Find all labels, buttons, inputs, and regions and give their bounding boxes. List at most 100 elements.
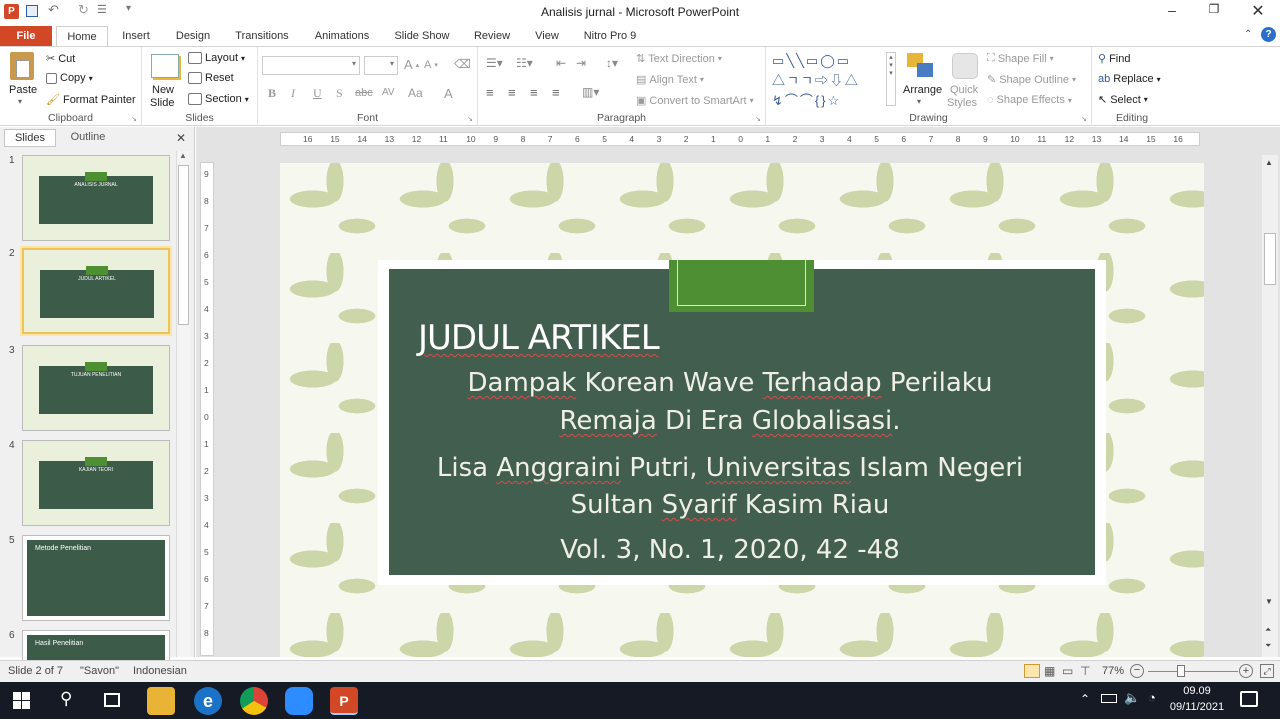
slide-title[interactable]: JUDUL ARTIKEL xyxy=(418,318,660,358)
shadow-button[interactable]: S xyxy=(336,86,343,101)
numbering-icon[interactable]: ☷▾ xyxy=(516,56,533,70)
shapes-more-icon[interactable]: ▴ ▾ ▾ xyxy=(886,52,896,106)
windows-start-icon[interactable] xyxy=(13,692,30,709)
tab-slide-show[interactable]: Slide Show xyxy=(390,26,454,46)
italic-button[interactable]: I xyxy=(291,86,295,101)
slide-thumbnail[interactable]: TUJUAN PENELITIAN xyxy=(22,345,170,431)
normal-view-icon[interactable] xyxy=(1024,664,1040,678)
clipboard-launcher-icon[interactable]: ↘ xyxy=(131,115,137,123)
slide-line-5[interactable]: Vol. 3, No. 1, 2020, 42 -48 xyxy=(380,535,1080,565)
powerpoint-taskbar-icon[interactable]: P xyxy=(330,687,358,715)
zoom-app-icon[interactable] xyxy=(285,687,313,715)
clock-date[interactable]: 09/11/2021 xyxy=(1165,701,1229,713)
tab-animations[interactable]: Animations xyxy=(308,26,376,46)
align-center-icon[interactable]: ≡ xyxy=(508,85,516,100)
tab-transitions[interactable]: Transitions xyxy=(230,26,294,46)
increase-indent-icon[interactable]: ⇥ xyxy=(576,56,586,70)
slide-thumbnail[interactable]: JUDUL ARTIKEL xyxy=(22,248,170,334)
slide-canvas[interactable]: JUDUL ARTIKEL Dampak Korean Wave Terhada… xyxy=(280,163,1204,657)
collapse-ribbon-icon[interactable]: ⌃ xyxy=(1244,29,1252,40)
reading-view-icon[interactable]: ▭ xyxy=(1062,664,1073,678)
chrome-icon[interactable] xyxy=(240,687,268,715)
tray-chevron-icon[interactable]: ⌃ xyxy=(1080,692,1090,706)
zoom-slider-thumb[interactable] xyxy=(1177,665,1185,677)
quick-styles-button[interactable]: Quick xyxy=(950,84,978,96)
file-explorer-icon[interactable] xyxy=(147,687,175,715)
close-button[interactable]: ✕ xyxy=(1246,1,1270,21)
tab-file[interactable]: File xyxy=(0,26,52,46)
new-slide-button-line2[interactable]: Slide xyxy=(150,97,174,109)
zoom-in-button[interactable]: + xyxy=(1239,664,1253,678)
strikethrough-button[interactable]: abc xyxy=(355,87,373,99)
tab-design[interactable]: Design xyxy=(170,26,216,46)
editor-scrollbar[interactable]: ▲ ▼ ⏶ ⏷ xyxy=(1262,155,1278,657)
layout-button[interactable]: Layout ▾ xyxy=(188,52,245,64)
slide-sorter-icon[interactable]: ▦ xyxy=(1044,664,1055,678)
drawing-launcher-icon[interactable]: ↘ xyxy=(1081,115,1087,123)
justify-icon[interactable]: ≡ xyxy=(552,85,560,100)
next-slide-icon[interactable]: ⏷ xyxy=(1265,641,1271,651)
prev-slide-icon[interactable]: ⏶ xyxy=(1265,625,1271,635)
grow-font-button[interactable]: A ▴ xyxy=(404,57,419,72)
scroll-up-icon[interactable]: ▲ xyxy=(179,151,187,160)
font-name-select[interactable]: ▾ xyxy=(262,56,360,75)
change-case-button[interactable]: Aa xyxy=(408,86,423,100)
paragraph-launcher-icon[interactable]: ↘ xyxy=(755,115,761,123)
format-painter-button[interactable]: 🖌 Format Painter xyxy=(46,93,136,107)
line-spacing-icon[interactable]: ↕▾ xyxy=(606,56,618,70)
editor-scroll-down-icon[interactable]: ▼ xyxy=(1265,597,1273,606)
align-right-icon[interactable]: ≡ xyxy=(530,85,538,100)
search-icon[interactable]: ⚲ xyxy=(60,689,72,709)
columns-icon[interactable]: ▥▾ xyxy=(582,85,599,99)
copy-button[interactable]: Copy ▾ xyxy=(46,72,93,84)
tab-review[interactable]: Review xyxy=(470,26,514,46)
arrange-icon[interactable] xyxy=(907,53,935,79)
reset-button[interactable]: Reset xyxy=(188,72,234,84)
zoom-slider[interactable] xyxy=(1148,671,1238,672)
font-color-button[interactable]: A xyxy=(444,86,453,101)
shrink-font-button[interactable]: A ▾ xyxy=(424,59,438,71)
editor-scroll-up-icon[interactable]: ▲ xyxy=(1265,158,1273,167)
edge-icon[interactable]: e xyxy=(194,687,222,715)
fit-to-window-icon[interactable]: ⤢ xyxy=(1260,664,1274,678)
slide-line-2[interactable]: Remaja Di Era Globalisasi. xyxy=(380,406,1080,436)
paste-button[interactable]: Paste xyxy=(9,84,37,96)
tab-view[interactable]: View xyxy=(528,26,566,46)
find-button[interactable]: ⚲ Find xyxy=(1098,52,1130,66)
new-slide-button[interactable]: New xyxy=(152,84,174,96)
zoom-level[interactable]: 77% xyxy=(1102,665,1124,677)
tab-slides-panel[interactable]: Slides xyxy=(4,129,56,147)
shape-fill-button[interactable]: ⛶ Shape Fill ▾ xyxy=(987,52,1054,65)
align-text-button[interactable]: ▤ Align Text ▾ xyxy=(636,73,704,87)
close-panel-icon[interactable]: ✕ xyxy=(176,131,186,145)
slide-line-1[interactable]: Dampak Korean Wave Terhadap Perilaku xyxy=(380,368,1080,398)
select-button[interactable]: ↖ Select ▾ xyxy=(1098,93,1148,107)
font-size-select[interactable]: ▾ xyxy=(364,56,398,75)
bold-button[interactable]: B xyxy=(268,86,276,101)
shapes-gallery[interactable]: ▭╲╲▭◯▭ △ㄱㄱ⇨⇩△ ↯⌒⌒{}☆ xyxy=(772,51,896,108)
slide-thumbnail[interactable]: Metode Penelitian xyxy=(22,535,170,621)
slideshow-icon[interactable]: ⊤ xyxy=(1080,664,1090,678)
restore-button[interactable]: ❐ xyxy=(1202,2,1226,22)
clear-formatting-icon[interactable]: ⌫ xyxy=(454,57,471,71)
font-launcher-icon[interactable]: ↘ xyxy=(467,115,473,123)
quick-styles-button-line2[interactable]: Styles xyxy=(947,97,977,109)
slide-line-3[interactable]: Lisa Anggraini Putri, Universitas Islam … xyxy=(380,453,1080,483)
replace-button[interactable]: ab Replace ▾ xyxy=(1098,73,1161,85)
clock-time[interactable]: 09.09 xyxy=(1172,685,1222,697)
help-icon[interactable]: ? xyxy=(1261,27,1276,42)
align-left-icon[interactable]: ≡ xyxy=(486,85,494,100)
new-slide-icon[interactable] xyxy=(151,54,179,78)
quick-styles-icon[interactable] xyxy=(952,53,978,79)
shape-effects-button[interactable]: ◌ Shape Effects ▾ xyxy=(987,94,1072,106)
underline-button[interactable]: U xyxy=(313,86,322,101)
slide-thumbnail[interactable]: KAJIAN TEORI xyxy=(22,440,170,526)
slide-thumbnail[interactable]: ANALISIS JURNAL xyxy=(22,155,170,241)
editor-scroll-thumb[interactable] xyxy=(1264,233,1276,285)
smartart-button[interactable]: ▣ Convert to SmartArt ▾ xyxy=(636,94,754,108)
decrease-indent-icon[interactable]: ⇤ xyxy=(556,56,566,70)
panel-scroll-thumb[interactable] xyxy=(178,165,189,325)
zoom-out-button[interactable]: − xyxy=(1130,664,1144,678)
arrange-button[interactable]: Arrange xyxy=(903,84,942,96)
tab-outline-panel[interactable]: Outline xyxy=(58,129,118,147)
